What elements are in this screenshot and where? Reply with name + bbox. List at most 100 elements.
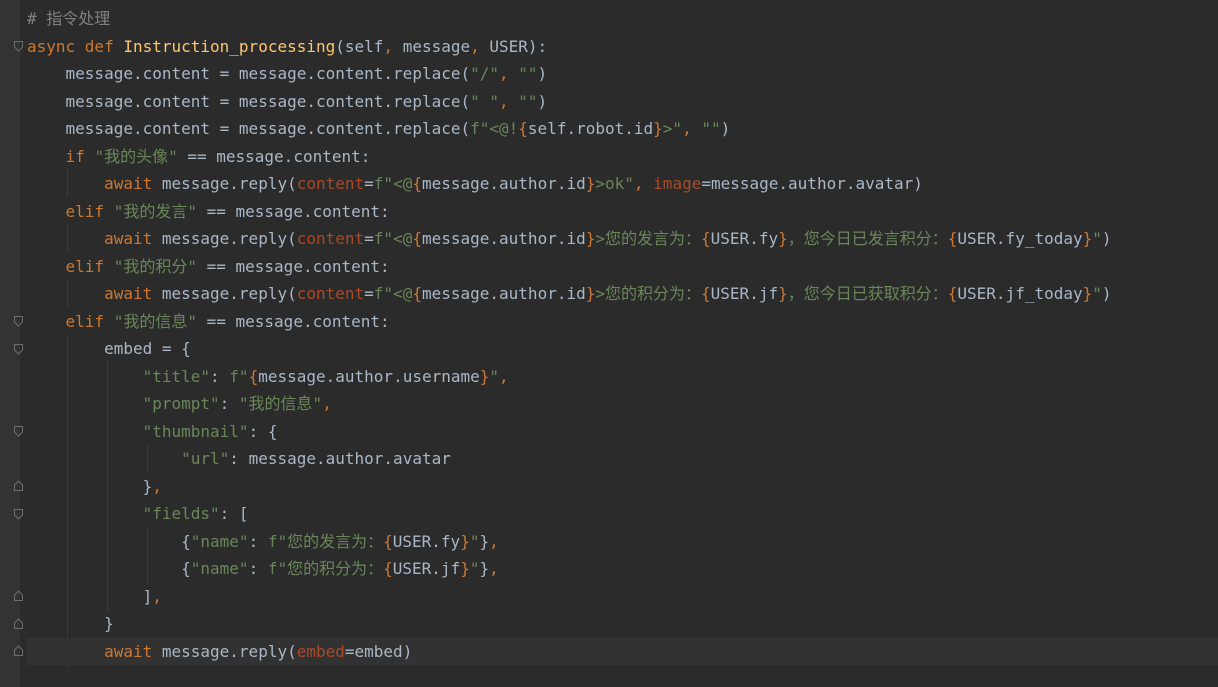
code-token: "" [701,119,721,138]
code-line[interactable]: await message.reply(embed=embed) [27,637,1218,665]
code-line[interactable]: async def Instruction_processing(self, m… [27,33,1218,61]
code-token: elif [65,256,114,276]
code-token: ，您今日已发言积分： [787,229,948,248]
code-token: { [27,559,191,578]
code-line[interactable]: elif "我的发言" == message.content: [27,198,1218,226]
code-token: await [104,229,162,248]
code-line[interactable]: await message.reply(content=f"<@{message… [27,280,1218,308]
code-token: f"<@ [373,174,413,193]
code-token: message.author.id [421,229,586,248]
code-token: { [412,229,422,248]
code-line[interactable]: message.content = message.content.replac… [27,88,1218,116]
code-token: "我的积分" [113,256,197,276]
code-area[interactable]: # 指令处理 async def Instruction_processing(s… [27,5,1218,665]
code-line[interactable]: {"name": f"您的发言为：{USER.fy}"}, [27,528,1218,556]
code-token: ) [1101,284,1112,303]
code-token: , [152,476,162,496]
code-token: = [364,284,374,303]
code-token: } [653,119,663,138]
code-token: await [104,284,162,303]
code-line[interactable]: } [27,610,1218,638]
code-editor[interactable]: # 指令处理 async def Instruction_processing(s… [0,0,1218,687]
fold-collapse-icon[interactable] [14,316,23,327]
code-token: } [1082,284,1093,303]
fold-expand-end-icon[interactable] [14,645,23,656]
code-token: , [682,119,702,138]
code-token: "url" [181,449,230,468]
code-token: { [412,284,422,303]
code-token: " " [470,91,500,111]
fold-collapse-icon[interactable] [14,509,23,520]
code-token: { [518,119,528,138]
code-token: message [402,36,471,56]
code-token: ] [27,586,153,606]
code-token: f"您的发言为： [267,531,384,551]
code-token: message.reply( [161,641,297,661]
code-token: : [219,394,239,413]
code-token: f" [229,366,249,386]
code-line[interactable]: elif "我的信息" == message.content: [27,308,1218,336]
code-line[interactable]: "title": f"{message.author.username}", [27,363,1218,391]
code-token: async def [27,36,124,56]
code-line[interactable]: await message.reply(content=f"<@{message… [27,225,1218,253]
fold-collapse-icon[interactable] [14,426,23,437]
code-token: "我的信息" [113,311,197,331]
code-token: } [479,531,490,551]
code-token: == message.content: [196,256,390,276]
code-token: , [152,586,162,606]
code-token: " [489,366,500,386]
code-line[interactable]: ], [27,583,1218,611]
code-token: = [364,229,374,248]
code-token: "prompt" [142,394,220,413]
code-token: { [947,229,958,248]
fold-expand-end-icon[interactable] [14,590,23,601]
code-token: } [778,284,788,303]
code-token: f"您的积分为： [267,559,384,578]
fold-expand-end-icon[interactable] [14,480,23,491]
code-token: message.content = message.content.replac… [27,64,471,83]
code-token: "" [518,64,538,83]
code-token: : [210,366,230,386]
code-line[interactable]: {"name": f"您的积分为：{USER.jf}"}, [27,555,1218,583]
fold-collapse-icon[interactable] [14,344,23,355]
code-token: content [296,174,365,193]
code-token: ) [720,119,731,138]
code-token: self.robot.id [527,119,654,138]
code-token: } [27,476,153,496]
code-token: message.content = message.content.replac… [27,119,471,138]
code-token: await [104,174,162,193]
code-line[interactable]: # 指令处理 [27,5,1218,33]
code-line[interactable]: elif "我的积分" == message.content: [27,253,1218,281]
code-token: "name" [190,531,249,551]
code-line[interactable]: "thumbnail": { [27,418,1218,446]
code-token: # 指令处理 [27,9,111,28]
code-token: { [412,174,422,193]
code-token: } [479,366,490,386]
code-token: "title" [142,366,211,386]
code-token: message.reply( [161,229,297,248]
fold-collapse-icon[interactable] [14,41,23,52]
code-line[interactable]: "prompt": "我的信息", [27,390,1218,418]
code-line[interactable]: "fields": [ [27,500,1218,528]
code-line[interactable]: embed = { [27,335,1218,363]
code-token: =message.author.avatar) [701,174,923,193]
code-line[interactable]: message.content = message.content.replac… [27,60,1218,88]
fold-expand-end-icon[interactable] [14,618,23,629]
code-token: USER.fy [710,229,779,248]
code-token: { [383,559,393,578]
code-line[interactable]: message.content = message.content.replac… [27,115,1218,143]
code-token: =embed) [344,641,413,661]
code-token: : { [248,421,278,441]
code-token: f"<@ [373,284,413,303]
code-line[interactable]: if "我的头像" == message.content: [27,143,1218,171]
code-token: { [701,284,711,303]
code-line[interactable]: }, [27,473,1218,501]
code-line[interactable]: await message.reply(content=f"<@{message… [27,170,1218,198]
code-line[interactable]: "url": message.author.avatar [27,445,1218,473]
code-token: , [470,36,490,56]
